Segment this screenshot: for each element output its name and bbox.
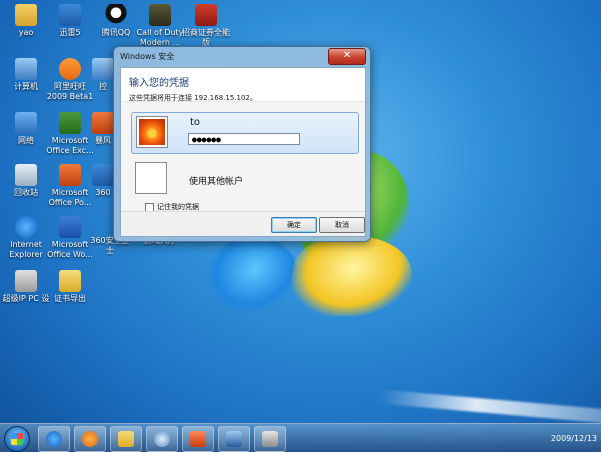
- computer-icon: [15, 58, 37, 80]
- desktop-icon-excel[interactable]: Microsoft Office Exc...: [44, 112, 96, 156]
- taskbar-camera[interactable]: [182, 426, 214, 452]
- excel-icon: [59, 112, 81, 134]
- desktop-icon-stock[interactable]: 招商证券全能版: [180, 4, 232, 48]
- dialog-heading: 输入您的凭据: [129, 78, 189, 89]
- media-player-icon: [82, 431, 98, 447]
- taskbar-ie[interactable]: [38, 426, 70, 452]
- user-folder-icon: [15, 4, 37, 26]
- ok-button[interactable]: 确定: [271, 217, 317, 233]
- taskbar-browser[interactable]: [146, 426, 178, 452]
- taskbar-media-player[interactable]: [74, 426, 106, 452]
- dialog-panel: 输入您的凭据 这些凭据将用于连接 192.168.15.102。 to ●●●●…: [120, 67, 366, 237]
- network-tool-icon: [226, 431, 242, 447]
- wallpaper-yellow-swirl: [284, 236, 420, 316]
- credential-tile-selected[interactable]: to ●●●●●●: [131, 112, 359, 154]
- dialog-titlebar[interactable]: Windows 安全 ✕: [114, 47, 370, 67]
- flower-avatar-icon: [139, 119, 165, 145]
- dialog-subheading: 这些凭据将用于连接 192.168.15.102。: [129, 94, 257, 102]
- cancel-button[interactable]: 取消: [319, 217, 365, 233]
- network-icon: [15, 112, 37, 134]
- windows-security-dialog: Windows 安全 ✕ 输入您的凭据 这些凭据将用于连接 192.168.15…: [113, 46, 371, 242]
- blank-avatar-icon: [135, 162, 167, 194]
- 360-icon: [92, 164, 114, 186]
- desktop-icon-xunlei[interactable]: 迅雷5: [44, 4, 96, 38]
- tool-icon: [15, 270, 37, 292]
- word-icon: [59, 216, 81, 238]
- close-button[interactable]: ✕: [328, 48, 366, 65]
- other-account-label: 使用其他帐户: [189, 177, 244, 187]
- desktop-icon-call-of-duty[interactable]: Call of Duty Modern ...: [134, 4, 186, 48]
- desktop-icon-word[interactable]: Microsoft Office Wo...: [44, 216, 96, 260]
- ie-icon: [46, 431, 62, 447]
- password-field[interactable]: ●●●●●●: [188, 133, 300, 145]
- qq-icon: [105, 4, 127, 26]
- desktop-icon-cert-export[interactable]: 证书导出: [44, 270, 96, 304]
- dialog-title: Windows 安全: [120, 52, 175, 61]
- start-button[interactable]: [4, 426, 30, 452]
- camera-icon: [190, 431, 206, 447]
- dialog-footer: 确定 取消: [121, 211, 365, 236]
- folder-icon: [59, 270, 81, 292]
- windows-logo-icon: [11, 433, 23, 445]
- desktop-icon-aliwangwang[interactable]: 阿里旺旺 2009 Beta1: [44, 58, 96, 102]
- browser-icon: [154, 431, 170, 447]
- control-icon: [92, 58, 114, 80]
- storm-player-icon: [92, 112, 114, 134]
- taskbar-explorer[interactable]: [110, 426, 142, 452]
- desktop-icon-powerpoint[interactable]: Microsoft Office Po...: [44, 164, 96, 208]
- recycle-bin-icon: [15, 164, 37, 186]
- paint-icon: [262, 431, 278, 447]
- user-avatar: [136, 116, 168, 148]
- taskbar-network-tool[interactable]: [218, 426, 250, 452]
- dialog-header: 输入您的凭据 这些凭据将用于连接 192.168.15.102。: [121, 68, 365, 102]
- remember-label: 记住我的凭据: [157, 203, 199, 211]
- taskbar-paint[interactable]: [254, 426, 286, 452]
- aliwangwang-icon: [59, 58, 81, 80]
- xunlei-icon: [59, 4, 81, 26]
- stock-app-icon: [195, 4, 217, 26]
- taskbar: 2009/12/13: [0, 423, 601, 452]
- powerpoint-icon: [59, 164, 81, 186]
- explorer-icon: [118, 431, 134, 447]
- taskbar-clock[interactable]: 2009/12/13: [551, 434, 597, 443]
- wallpaper-blue-swirl: [203, 236, 305, 310]
- game-icon: [149, 4, 171, 26]
- username-label: to: [190, 117, 201, 128]
- credential-tile-other-account[interactable]: 使用其他帐户: [131, 160, 357, 196]
- wallpaper-light-streak: [379, 389, 601, 425]
- ie-icon: [15, 216, 37, 238]
